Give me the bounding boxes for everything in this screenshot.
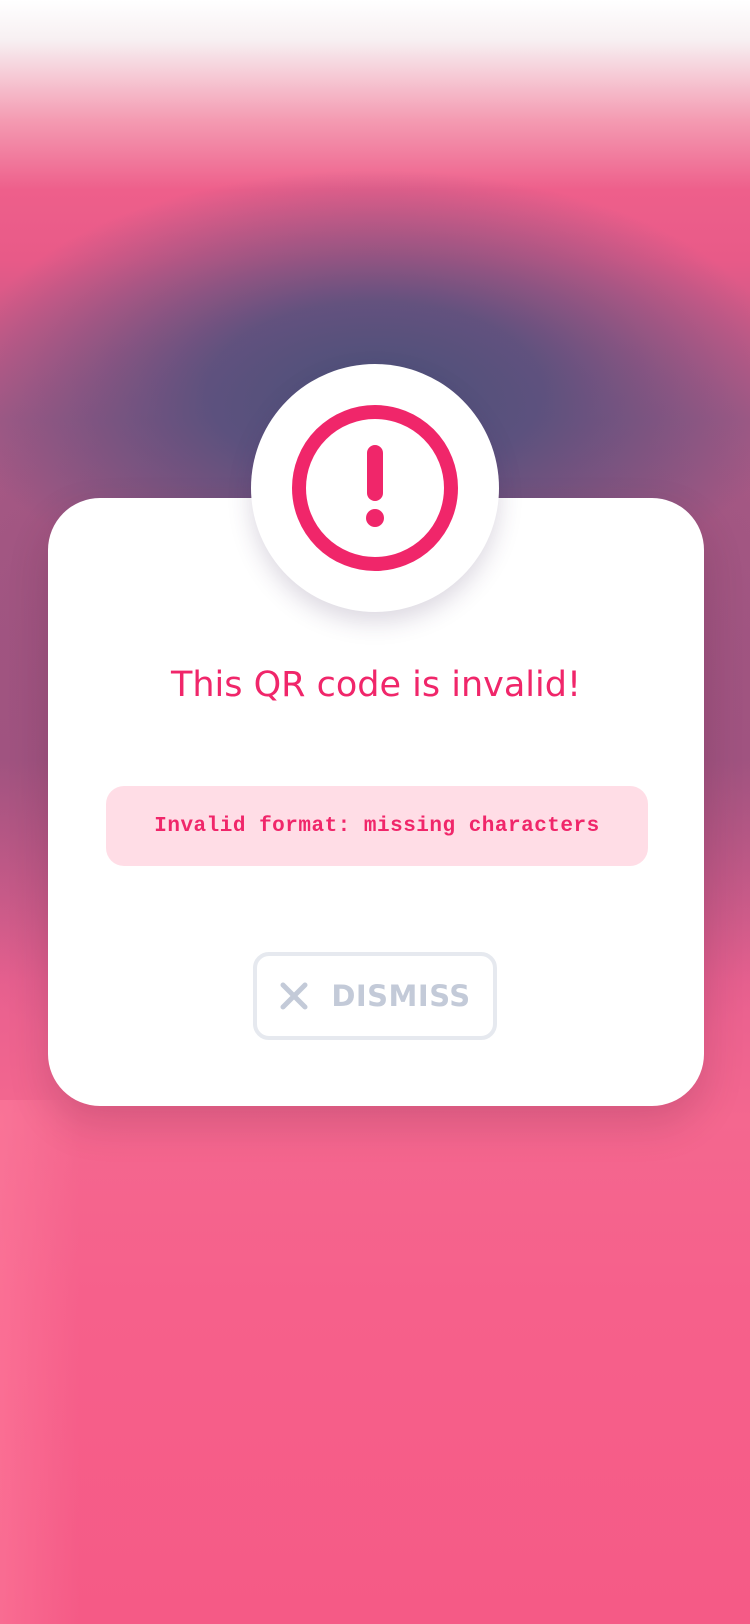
alert-circle-icon: [292, 405, 458, 571]
dialog-title: This QR code is invalid!: [170, 665, 582, 705]
close-icon: [280, 982, 308, 1010]
error-message: Invalid format: missing characters: [154, 814, 600, 838]
background-highlight: [0, 1100, 80, 1624]
dismiss-label: DISMISS: [331, 979, 471, 1013]
alert-badge: [251, 364, 499, 612]
error-message-box: Invalid format: missing characters: [106, 786, 648, 866]
dismiss-button[interactable]: DISMISS: [253, 952, 497, 1040]
